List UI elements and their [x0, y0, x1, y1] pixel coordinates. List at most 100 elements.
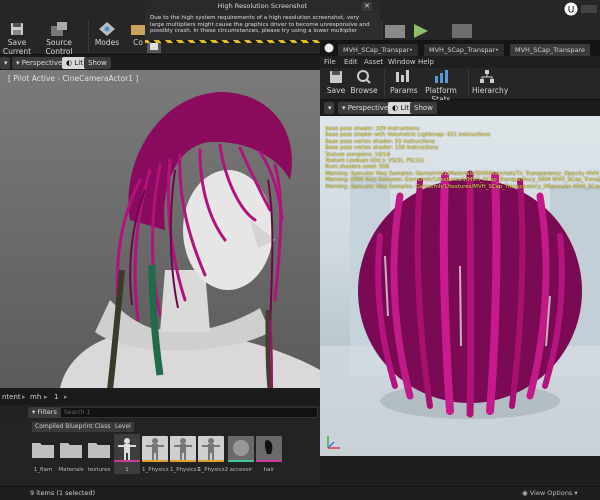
source-control-icon — [51, 22, 67, 36]
asset-name: 1 — [125, 467, 129, 473]
filter-chip-level[interactable]: Level — [112, 422, 134, 432]
menu-help[interactable]: Help — [418, 58, 434, 66]
filter-chip-label: Level — [115, 423, 131, 430]
menu-edit[interactable]: Edit — [344, 58, 358, 66]
save-icon — [330, 71, 342, 83]
toolbar-divider — [88, 20, 89, 52]
mat-viewport-options-button[interactable]: ▾ — [324, 102, 334, 114]
material-tab-3[interactable]: MVH_SCap_Transpare — [510, 44, 591, 56]
material-tab-1[interactable]: MVH_SCap_Transpar• — [338, 44, 419, 56]
path-separator: ▸ — [44, 393, 48, 401]
asset-name: 1_Physics — [142, 467, 169, 473]
browse-button[interactable]: Browse — [348, 70, 380, 100]
left-perspective-button[interactable]: ▾ Perspective — [12, 57, 67, 69]
asset-mannequin-physics[interactable]: 1_Physics — [142, 436, 169, 473]
character-render — [60, 92, 320, 388]
material-editor-tabs: MVH_SCap_Transpar• MVH_SCap_Transpar• MV… — [320, 40, 600, 56]
search-input[interactable]: Search 1 — [60, 407, 318, 418]
params-icon — [396, 70, 409, 82]
spacer — [0, 0, 1, 1]
build-icon[interactable] — [385, 22, 407, 40]
asset-mannequin-physics1[interactable]: 1_Physics1 — [170, 436, 200, 473]
asset-name: accesoir — [229, 467, 253, 473]
save-current-button[interactable]: Save Current — [0, 22, 34, 56]
filter-chip-blueprint[interactable]: Compiled Blueprint Class — [32, 422, 114, 432]
filters-label: Filters — [37, 408, 57, 416]
material-tab-label: MVH_SCap_Transpar• — [343, 46, 414, 54]
mannequin-icon — [114, 438, 140, 462]
hierarchy-button[interactable]: Hierarchy — [472, 70, 508, 100]
path-separator: ▸ — [22, 393, 26, 401]
filters-button[interactable]: ▾ Filters — [28, 407, 61, 418]
asset-name: 1_flam — [33, 467, 53, 473]
view-options-label: View Options — [529, 489, 573, 497]
mannequin-icon — [170, 436, 196, 462]
mat-perspective-button[interactable]: ▾ Perspective — [338, 102, 393, 114]
material-tab-label: MVH_SCap_Transpare — [515, 46, 586, 54]
viewport-options-button[interactable]: ▾ — [0, 57, 10, 69]
modes-icon — [99, 22, 115, 36]
asset-folder-textures[interactable]: textures — [86, 436, 112, 473]
toolbar-divider — [468, 70, 469, 96]
path-root[interactable]: ntent — [2, 393, 21, 401]
material-toolbar: Save Browse Params Platform Stats Hierar… — [320, 68, 600, 104]
path-segment-1[interactable]: 1 — [54, 393, 58, 401]
minimize-button[interactable] — [581, 5, 597, 13]
browse-label: Browse — [350, 86, 378, 95]
hierarchy-label: Hierarchy — [472, 86, 509, 95]
toolbar-divider — [384, 70, 385, 96]
save-icon — [11, 23, 23, 35]
material-tab-2[interactable]: MVH_SCap_Transpar• — [424, 44, 505, 56]
mat-lit-label: Lit — [400, 104, 409, 112]
content-browser-status-bar: 9 items (1 selected) ◉ View Options ▾ — [0, 486, 600, 500]
folder-icon — [32, 443, 54, 458]
pilot-active-label: [ Pilot Active - CineCameraActor1 ] — [8, 74, 139, 83]
asset-name: 1_Physics2 — [198, 467, 229, 473]
content-button[interactable]: Co — [130, 22, 146, 52]
mat-show-button[interactable]: Show — [410, 102, 437, 114]
stats-line: Warning: ORM Map Samples: Game/mh/1/text… — [325, 177, 600, 184]
mannequin-icon — [142, 436, 168, 462]
unreal-logo-icon — [324, 43, 334, 53]
source-control-button[interactable]: Source Control — [38, 22, 80, 56]
left-viewport-toolbar: ▾ ▾ Perspective ◐ Lit Show — [0, 55, 320, 70]
folder-icon — [88, 443, 110, 458]
left-show-button[interactable]: Show — [84, 57, 111, 69]
left-viewport[interactable] — [0, 70, 320, 388]
view-options-button[interactable]: ◉ View Options ▾ — [522, 489, 578, 497]
asset-name: textures — [87, 467, 111, 473]
save-current-label: Save Current — [2, 38, 32, 56]
asset-folder-materials[interactable]: Materials — [58, 436, 84, 473]
launch-icon[interactable] — [452, 22, 474, 40]
left-show-label: Show — [88, 59, 107, 67]
asset-hair[interactable]: hair — [256, 436, 282, 473]
dialog-close-button[interactable]: ✕ — [362, 2, 372, 11]
modes-button[interactable]: Modes — [94, 22, 120, 52]
material-viewport-toolbar: ▾ ▾ Perspective ◐ Lit Show — [320, 100, 600, 116]
modes-label: Modes — [94, 38, 120, 47]
unreal-logo-icon: U — [564, 2, 578, 16]
menu-file[interactable]: File — [324, 58, 336, 66]
content-browser-filter-bar: ▾ Filters Search 1 — [0, 405, 320, 420]
asset-mannequin-1[interactable]: 1 — [114, 434, 140, 474]
platform-stats-button[interactable]: Platform Stats — [420, 70, 462, 104]
stats-line: Warning: Specular Map Samples: Game/mh/1… — [325, 183, 600, 190]
content-label: Co — [133, 38, 143, 47]
asset-folder-1-flam[interactable]: 1_flam — [30, 436, 56, 473]
play-icon[interactable] — [412, 22, 430, 40]
browse-icon — [357, 70, 371, 84]
material-tab-label: MVH_SCap_Transpar• — [429, 46, 500, 54]
path-segment-mh[interactable]: mh — [30, 393, 41, 401]
content-browser-assets: Compiled Blueprint Class Level 1_flam Ma… — [0, 420, 320, 486]
asset-mannequin-physics2[interactable]: 1_Physics2 — [198, 436, 229, 473]
params-button[interactable]: Params — [390, 70, 418, 100]
asset-material-accesoir[interactable]: accesoir — [228, 436, 254, 473]
menu-window[interactable]: Window — [388, 58, 416, 66]
mat-save-label: Save — [326, 86, 346, 95]
menu-asset[interactable]: Asset — [364, 58, 383, 66]
screenshot-dialog-message: Due to the high system requirements of a… — [150, 15, 370, 35]
screenshot-dialog-title-text: High Resolution Screenshot — [217, 2, 308, 10]
mat-save-button[interactable]: Save — [324, 70, 348, 100]
screenshot-dialog-body: Due to the high system requirements of a… — [145, 13, 380, 43]
material-menu-bar: File Edit Asset Window Help — [320, 56, 600, 68]
